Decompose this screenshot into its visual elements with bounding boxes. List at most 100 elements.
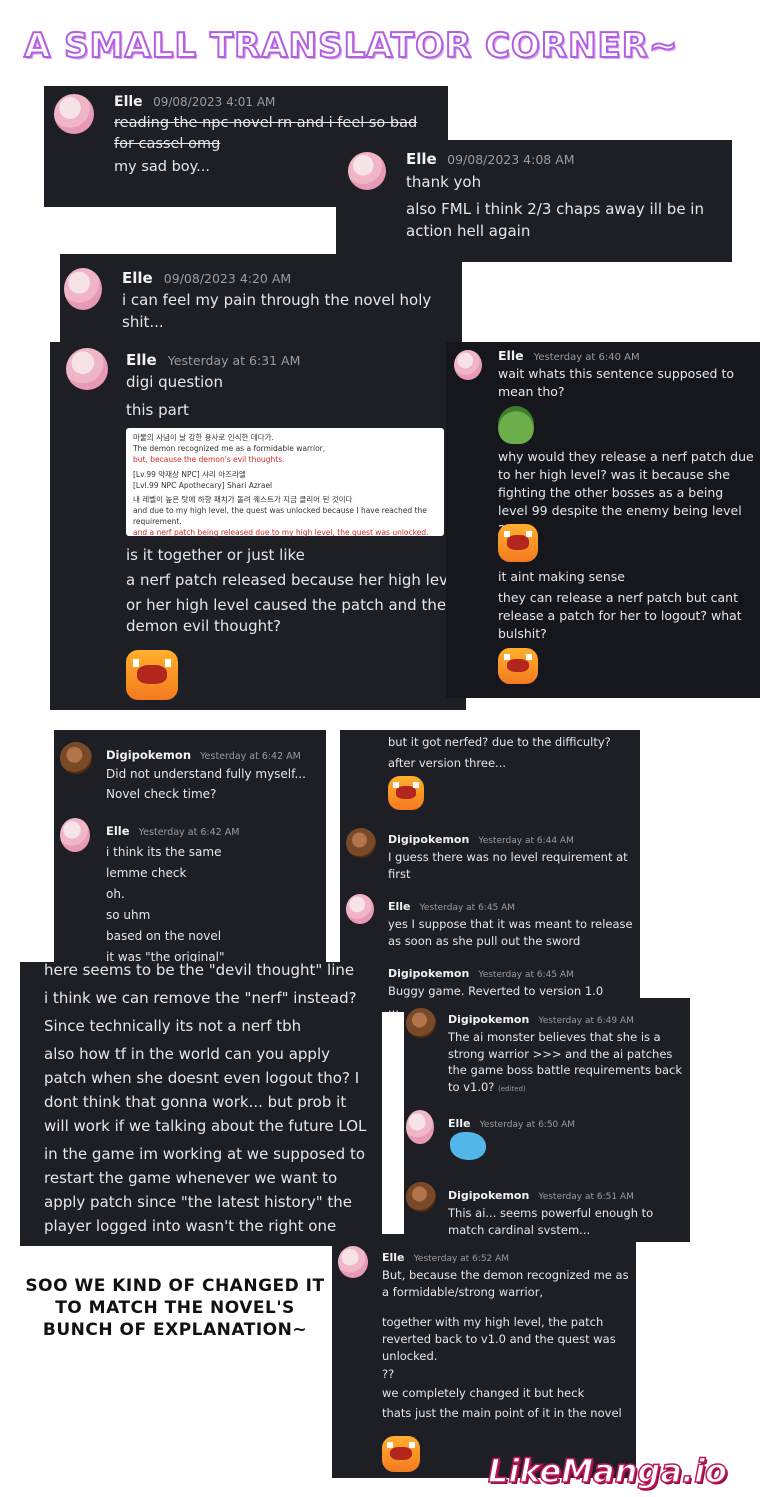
timestamp: Yesterday at 6:44 AM: [478, 836, 574, 846]
message-text: Novel check time?: [106, 787, 217, 802]
timestamp: Yesterday at 6:50 AM: [479, 1120, 576, 1130]
message-text: why would they release a nerf patch due …: [498, 449, 754, 537]
chat-panel-2: Elle 09/08/2023 4:08 AM thank yoh also F…: [336, 140, 732, 262]
quoted-translation-image: 마물의 사념이 날 강한 용사로 인식한 데다가. The demon reco…: [126, 428, 444, 537]
message-text: The ai monster believes that she is a st…: [448, 1030, 683, 1095]
avatar: [346, 894, 374, 924]
message-text: it aint making sense: [498, 569, 625, 584]
author-name: Digipokemon: [388, 833, 470, 846]
message-text: so uhm: [106, 908, 151, 922]
author-name: Digipokemon: [448, 1189, 530, 1202]
avatar: [338, 1246, 368, 1278]
timestamp: 09/08/2023 4:20 AM: [163, 271, 292, 286]
message-text: thank yoh: [406, 173, 482, 191]
message-text: ??: [382, 1367, 395, 1382]
message-text: a nerf patch released because her high l…: [126, 570, 462, 589]
avatar: [346, 828, 376, 858]
author-name: Digipokemon: [448, 1013, 530, 1026]
english-line-highlight: and a nerf patch being released due to m…: [133, 528, 429, 537]
english-line: [Lvl.99 NPC Apothecary] Shari Azrael: [133, 480, 273, 490]
message-text: i think we can remove the "nerf" instead…: [44, 989, 357, 1007]
chat-panel-8: here seems to be the "devil thought" lin…: [20, 962, 382, 1246]
crying-laugh-emoji-icon: [498, 524, 538, 562]
author-name: Digipokemon: [106, 748, 192, 762]
english-line: The demon recognized me as a formidable …: [133, 443, 326, 453]
author-name: Digipokemon: [388, 967, 470, 980]
avatar: [406, 1182, 436, 1212]
message-text: wait whats this sentence supposed to mea…: [498, 366, 734, 400]
message-text: i think its the same: [106, 845, 222, 859]
avatar: [406, 1110, 434, 1144]
chat-panel-10: Elle Yesterday at 6:52 AM But, because t…: [332, 1234, 636, 1478]
timestamp: 09/08/2023 4:01 AM: [153, 95, 276, 109]
message-text: this part: [126, 400, 189, 419]
message-text: in the game im working at we supposed to…: [44, 1145, 365, 1235]
crying-laugh-emoji-icon: [382, 1436, 420, 1472]
author-name: Elle: [382, 1251, 405, 1264]
chat-panel-5: Elle Yesterday at 6:40 AM wait whats thi…: [446, 342, 760, 698]
crying-laugh-emoji-icon: [498, 648, 538, 684]
chat-panel-7: but it got nerfed? due to the difficulty…: [340, 730, 640, 1012]
message-text: but it got nerfed? due to the difficulty…: [388, 735, 611, 749]
message-text: lemme check: [106, 866, 187, 880]
chat-panel-9: Digipokemon Yesterday at 6:49 AM The ai …: [404, 998, 690, 1242]
message-text: based on the novel: [106, 929, 222, 943]
author-name: Elle: [114, 94, 143, 110]
message-text: But, because the demon recognized me as …: [382, 1268, 629, 1299]
avatar: [60, 818, 90, 852]
timestamp: Yesterday at 6:40 AM: [533, 352, 640, 363]
site-watermark: LikeManga.io: [487, 1451, 728, 1491]
avatar: [454, 350, 482, 380]
message-text: together with my high level, the patch r…: [382, 1315, 616, 1363]
author-name: Elle: [448, 1117, 471, 1130]
avatar: [60, 742, 92, 774]
message-text: we completely changed it but heck: [382, 1386, 585, 1401]
message-text: digi question: [126, 373, 223, 391]
timestamp: Yesterday at 6:31 AM: [167, 353, 301, 368]
avatar: [348, 152, 386, 190]
author-name: Elle: [498, 348, 524, 363]
avatar: [406, 1008, 436, 1038]
message-text: or her high level caused the patch and t…: [126, 595, 447, 636]
korean-line: 내 레벨이 높은 탓에 하향 패치가 돌려 퀘스트가 지금 클리어 된 것이다: [133, 495, 353, 505]
edited-tag: (edited): [498, 1085, 526, 1094]
message-text: Since technically its not a nerf tbh: [44, 1017, 302, 1035]
timestamp: Yesterday at 6:49 AM: [538, 1016, 634, 1026]
korean-line: 마물의 사념이 날 강한 용사로 인식한 데다가.: [133, 433, 274, 442]
timestamp: Yesterday at 6:42 AM: [138, 827, 240, 838]
chat-panel-6: Digipokemon Yesterday at 6:42 AM Did not…: [54, 730, 326, 962]
english-line-highlight: but, because the demon's evil thoughts.: [133, 454, 285, 464]
message-text: also FML i think 2/3 chaps away ill be i…: [406, 199, 704, 240]
translator-note: SOO WE KIND OF CHANGED IT TO MATCH THE N…: [25, 1276, 325, 1340]
message-text: after version three...: [388, 755, 507, 770]
timestamp: Yesterday at 6:52 AM: [413, 1254, 510, 1264]
chat-panel-4: Elle Yesterday at 6:31 AM digi question …: [50, 342, 466, 710]
message-text: oh.: [106, 887, 125, 901]
timestamp: Yesterday at 6:42 AM: [200, 751, 301, 762]
english-line: and due to my high level, the quest was …: [133, 506, 427, 527]
author-name: Elle: [406, 150, 437, 168]
message-text: they can release a nerf patch but cant r…: [498, 590, 742, 642]
page-title: A SMALL TRANSLATOR CORNER~: [23, 25, 679, 67]
message-text: also how tf in the world can you apply p…: [44, 1045, 367, 1135]
message-text: I guess there was no level requirement a…: [388, 850, 628, 881]
blue-blob-emoji-icon: [450, 1132, 486, 1160]
author-name: Elle: [106, 824, 130, 838]
message-text: thats just the main point of it in the n…: [382, 1405, 622, 1420]
author-name: Elle: [388, 900, 411, 913]
message-text: is it together or just like: [126, 546, 305, 564]
timestamp: 09/08/2023 4:08 AM: [447, 152, 575, 167]
message-text: yes I suppose that it was meant to relea…: [388, 917, 633, 948]
author-name: Elle: [122, 269, 153, 287]
avatar: [64, 268, 102, 310]
timestamp: Yesterday at 6:51 AM: [538, 1192, 634, 1202]
message-text: here seems to be the "devil thought" lin…: [44, 962, 355, 979]
korean-line: [Lv.99 약재상 NPC] 샤리 아즈라엘: [133, 469, 246, 479]
avatar: [54, 94, 94, 134]
crying-laugh-emoji-icon: [388, 776, 424, 810]
author-name: Elle: [126, 351, 157, 369]
avatar: [66, 348, 108, 390]
chat-panel-3: Elle 09/08/2023 4:20 AM i can feel my pa…: [60, 254, 462, 348]
timestamp: Yesterday at 6:45 AM: [478, 970, 574, 980]
message-text: i can feel my pain through the novel hol…: [122, 291, 432, 331]
